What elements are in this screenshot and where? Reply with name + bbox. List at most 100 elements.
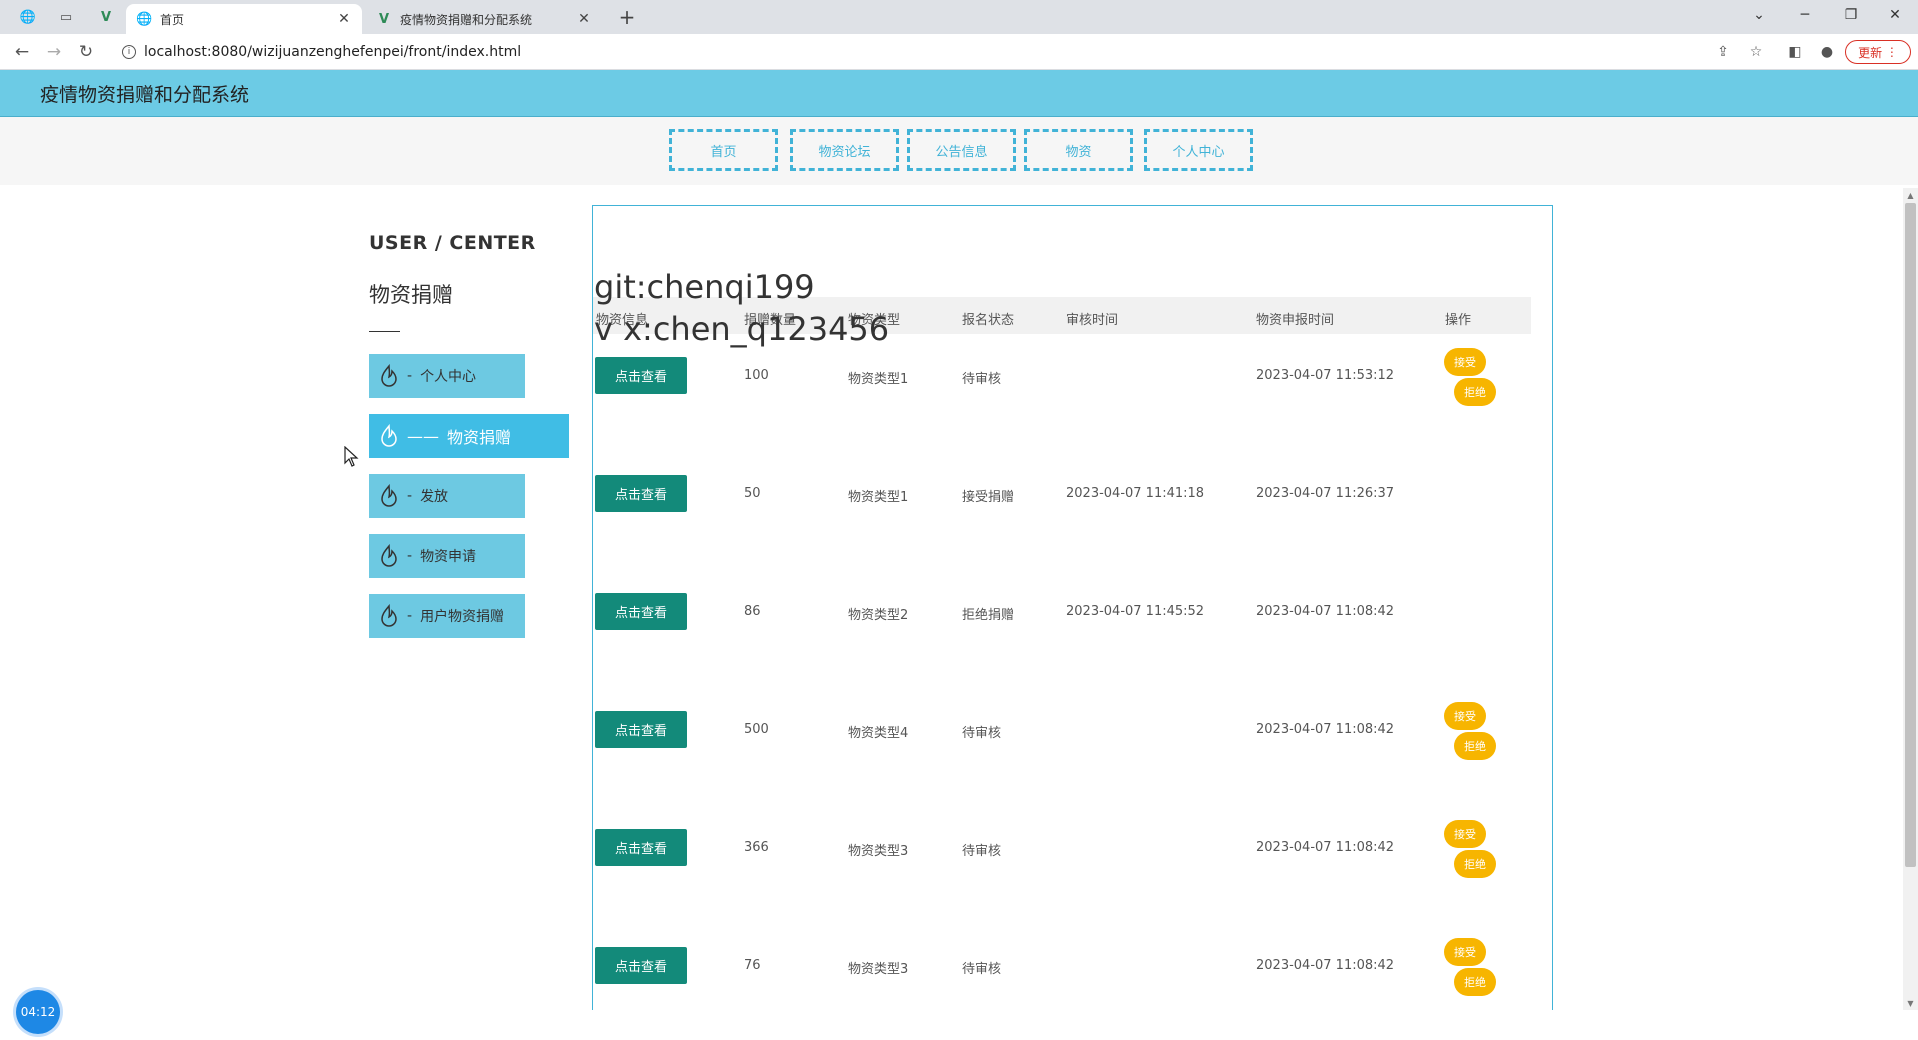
- flame-icon: [377, 604, 401, 628]
- table-cell: 接受捐赠: [962, 490, 1015, 505]
- tab-title: 疫情物资捐赠和分配系统: [400, 12, 533, 27]
- flame-icon: [377, 544, 401, 568]
- table-cell: 待审核: [962, 962, 1002, 977]
- table-cell: 物资类型4: [848, 726, 909, 741]
- donation-table-panel: 物资信息 捐赠数量 物资类型 报名状态 审核时间 物资申报时间 操作 git:c…: [592, 205, 1553, 1010]
- accept-button[interactable]: 接受: [1444, 938, 1486, 966]
- new-tab-button[interactable]: +: [614, 4, 640, 30]
- view-details-button[interactable]: 点击查看: [595, 829, 687, 866]
- sidebar-item-label: 物资申请: [420, 549, 477, 565]
- accept-button[interactable]: 接受: [1444, 348, 1486, 376]
- flame-icon: [377, 484, 401, 508]
- divider: [369, 331, 400, 332]
- view-details-button[interactable]: 点击查看: [595, 947, 687, 984]
- vue-icon[interactable]: V: [94, 6, 118, 28]
- sidebar-item-user-donation[interactable]: - 用户物资捐赠: [369, 594, 525, 638]
- globe-icon[interactable]: 🌐: [16, 6, 40, 28]
- back-button[interactable]: ←: [10, 40, 34, 64]
- sidebar-item-donation[interactable]: —— 物资捐赠: [369, 414, 569, 458]
- info-icon[interactable]: i: [122, 45, 136, 59]
- minimize-button[interactable]: ─: [1782, 0, 1828, 30]
- accept-button[interactable]: 接受: [1444, 702, 1486, 730]
- view-details-button[interactable]: 点击查看: [595, 593, 687, 630]
- site-header: 疫情物资捐赠和分配系统: [0, 70, 1918, 117]
- sidebar-item-label: 个人中心: [420, 369, 477, 385]
- table-cell: 50: [744, 486, 761, 501]
- table-cell: 待审核: [962, 372, 1002, 387]
- sidebar-item-label: 发放: [420, 489, 449, 505]
- view-details-button[interactable]: 点击查看: [595, 357, 687, 394]
- table-cell: 待审核: [962, 726, 1002, 741]
- reject-button[interactable]: 拒绝: [1454, 732, 1496, 760]
- item-prefix: -: [407, 548, 413, 564]
- nav-announcements[interactable]: 公告信息: [907, 129, 1016, 171]
- reject-button[interactable]: 拒绝: [1454, 850, 1496, 878]
- mouse-cursor-icon: [344, 446, 359, 467]
- table-cell: 2023-04-07 11:53:12: [1256, 368, 1395, 383]
- sidebar-item-application[interactable]: - 物资申请: [369, 534, 525, 578]
- watermark-line2: v x:chen_q123456: [594, 310, 890, 348]
- top-nav: 首页 物资论坛 公告信息 物资 个人中心: [0, 117, 1918, 185]
- nav-supplies[interactable]: 物资: [1024, 129, 1133, 171]
- col-header: 物资申报时间: [1256, 313, 1335, 328]
- item-prefix: ——: [407, 426, 439, 446]
- tab-system[interactable]: V 疫情物资捐赠和分配系统 ✕: [366, 4, 602, 34]
- forward-button[interactable]: →: [42, 40, 66, 64]
- timer-badge: 04:12: [16, 990, 60, 1034]
- table-cell: 366: [744, 840, 769, 855]
- nav-user-center[interactable]: 个人中心: [1144, 129, 1253, 171]
- col-header: 报名状态: [962, 313, 1015, 328]
- table-cell: 2023-04-07 11:08:42: [1256, 604, 1395, 619]
- view-details-button[interactable]: 点击查看: [595, 711, 687, 748]
- share-icon[interactable]: ⇪: [1712, 41, 1734, 63]
- table-cell: 物资类型2: [848, 608, 909, 623]
- sidebar-item-label: 用户物资捐赠: [420, 609, 505, 625]
- sidebar-item-user-center[interactable]: - 个人中心: [369, 354, 525, 398]
- nav-forum[interactable]: 物资论坛: [790, 129, 899, 171]
- item-prefix: -: [407, 368, 413, 384]
- table-cell: 2023-04-07 11:45:52: [1066, 604, 1205, 619]
- scrollbar-thumb[interactable]: [1905, 203, 1916, 867]
- tab-home[interactable]: 🌐 首页 ✕: [126, 4, 362, 34]
- sidebar-item-distribution[interactable]: - 发放: [369, 474, 525, 518]
- profile-icon[interactable]: ●: [1816, 41, 1838, 63]
- blank-page-icon[interactable]: ▭: [54, 6, 78, 28]
- scroll-up-icon[interactable]: ▲: [1903, 188, 1918, 202]
- reject-button[interactable]: 拒绝: [1454, 968, 1496, 996]
- table-cell: 2023-04-07 11:08:42: [1256, 840, 1395, 855]
- star-icon[interactable]: ☆: [1745, 41, 1767, 63]
- watermark-line1: git:chenqi199: [594, 268, 815, 306]
- accept-button[interactable]: 接受: [1444, 820, 1486, 848]
- restore-button[interactable]: ❐: [1828, 0, 1874, 30]
- window-close-button[interactable]: ✕: [1872, 0, 1918, 30]
- table-cell: 物资类型1: [848, 372, 909, 387]
- globe-icon: 🌐: [136, 11, 153, 27]
- reload-button[interactable]: ↻: [74, 40, 98, 64]
- item-prefix: -: [407, 488, 413, 504]
- nav-home[interactable]: 首页: [669, 129, 778, 171]
- section-subheading: 物资捐赠: [369, 283, 453, 307]
- table-cell: 物资类型3: [848, 844, 909, 859]
- close-icon[interactable]: ✕: [576, 11, 592, 27]
- vue-icon: V: [378, 11, 390, 27]
- table-cell: 2023-04-07 11:08:42: [1256, 722, 1395, 737]
- table-cell: 100: [744, 368, 769, 383]
- update-button[interactable]: 更新 ⋮: [1845, 40, 1911, 64]
- table-cell: 2023-04-07 11:41:18: [1066, 486, 1205, 501]
- sidebar-icon[interactable]: ◧: [1784, 41, 1806, 63]
- user-center-heading: USER / CENTER: [369, 232, 536, 254]
- scroll-down-icon[interactable]: ▼: [1903, 996, 1918, 1010]
- table-cell: 76: [744, 958, 761, 973]
- item-prefix: -: [407, 608, 413, 624]
- table-cell: 物资类型3: [848, 962, 909, 977]
- site-title: 疫情物资捐赠和分配系统: [40, 83, 250, 106]
- close-icon[interactable]: ✕: [336, 11, 352, 27]
- col-header: 审核时间: [1066, 313, 1119, 328]
- address-bar: ← → ↻ i localhost:8080/wizijuanzenghefen…: [0, 34, 1918, 70]
- table-cell: 拒绝捐赠: [962, 608, 1015, 623]
- chevron-down-icon[interactable]: ⌄: [1736, 0, 1782, 30]
- col-header: 操作: [1445, 313, 1472, 328]
- url-field[interactable]: i localhost:8080/wizijuanzenghefenpei/fr…: [114, 40, 521, 64]
- view-details-button[interactable]: 点击查看: [595, 475, 687, 512]
- reject-button[interactable]: 拒绝: [1454, 378, 1496, 406]
